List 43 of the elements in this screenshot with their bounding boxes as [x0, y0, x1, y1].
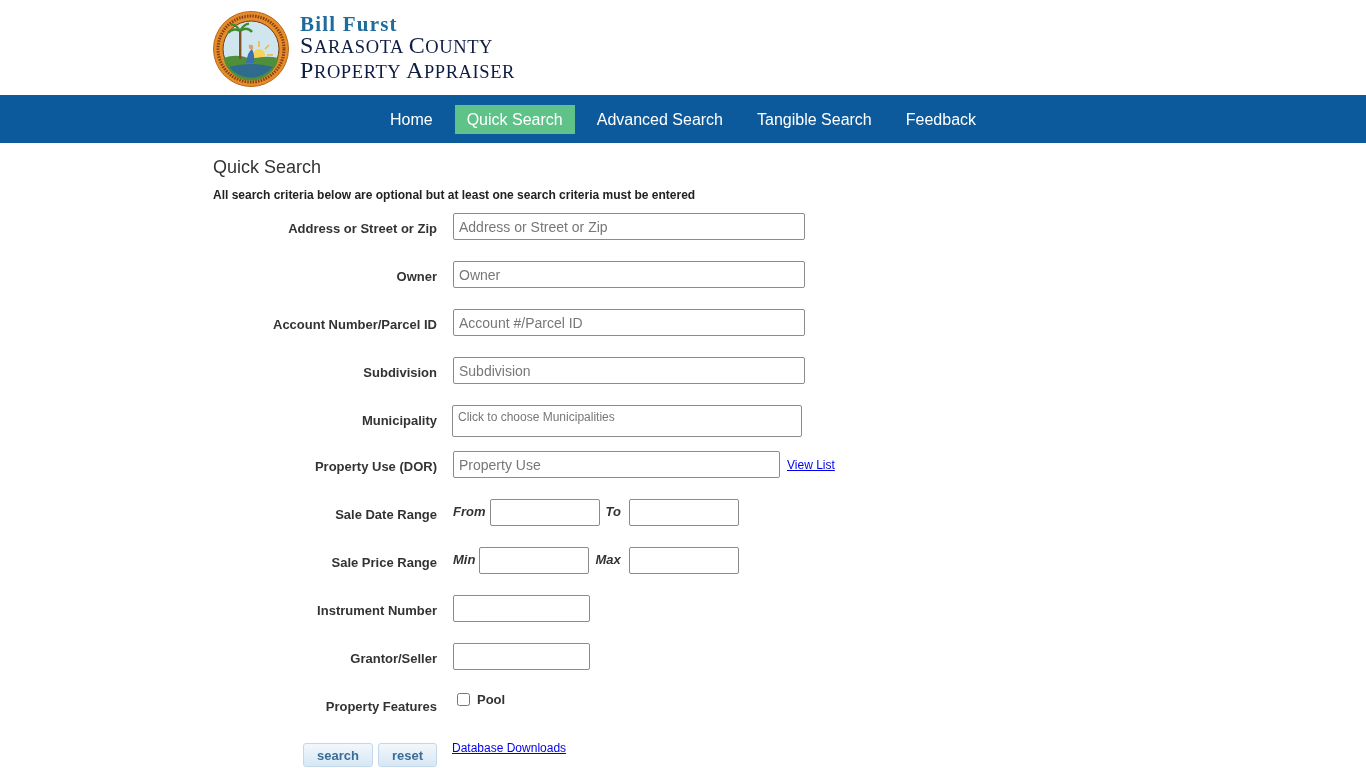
- reset-button[interactable]: reset: [377, 743, 437, 767]
- multiselect-field[interactable]: Click to choose Municipalities: [452, 405, 802, 437]
- nav-tab[interactable]: Tangible Search: [745, 104, 884, 134]
- text-field[interactable]: [453, 595, 590, 622]
- agency-name: PROPERTY APPRAISER: [300, 58, 516, 84]
- field-label: Subdivision: [362, 364, 437, 381]
- intro-text: All search criteria below are optional but at least one search criteria must be entered: [213, 187, 697, 203]
- nav-tab[interactable]: Advanced Search: [584, 104, 735, 134]
- text-field[interactable]: Property Use: [453, 451, 780, 478]
- checkbox[interactable]: [457, 693, 470, 706]
- text-field[interactable]: [453, 643, 590, 670]
- range-label: Max: [595, 551, 621, 568]
- field-label: Owner: [395, 268, 437, 285]
- field-label: Address or Street or Zip: [287, 220, 437, 237]
- field-label: Property Use (DOR): [313, 458, 437, 475]
- appraiser-name: Bill Furst: [300, 13, 398, 34]
- downloads-link[interactable]: Database Downloads: [452, 741, 567, 755]
- page-title: Quick Search: [213, 157, 322, 177]
- field-label: Property Features: [324, 698, 437, 715]
- range-field[interactable]: [628, 499, 739, 526]
- range-field[interactable]: [628, 547, 739, 574]
- text-field[interactable]: Account #/Parcel ID: [453, 309, 805, 336]
- seal-icon: [213, 10, 289, 87]
- field-label: Sale Price Range: [330, 554, 437, 571]
- nav-tab[interactable]: Feedback: [893, 104, 989, 134]
- field-label: Grantor/Seller: [349, 650, 437, 667]
- view-list-link[interactable]: View List: [787, 451, 835, 472]
- range-field[interactable]: [489, 499, 600, 526]
- field-label: Sale Date Range: [334, 506, 437, 523]
- range-label: Min: [453, 551, 476, 568]
- field-label: Instrument Number: [316, 602, 437, 619]
- text-field[interactable]: Address or Street or Zip: [453, 213, 805, 240]
- agency-name: SARASOTA COUNTY: [300, 33, 493, 59]
- field-label: Account Number/Parcel ID: [272, 316, 437, 333]
- text-field[interactable]: Owner: [453, 261, 805, 288]
- range-field[interactable]: [479, 547, 590, 574]
- checkbox-label: Pool: [477, 691, 506, 708]
- search-button[interactable]: search: [303, 743, 373, 767]
- text-field[interactable]: Subdivision: [453, 357, 805, 384]
- nav-tab[interactable]: Home: [377, 104, 445, 134]
- range-label: From: [453, 503, 486, 520]
- field-label: Municipality: [360, 412, 437, 429]
- range-label: To: [605, 503, 621, 520]
